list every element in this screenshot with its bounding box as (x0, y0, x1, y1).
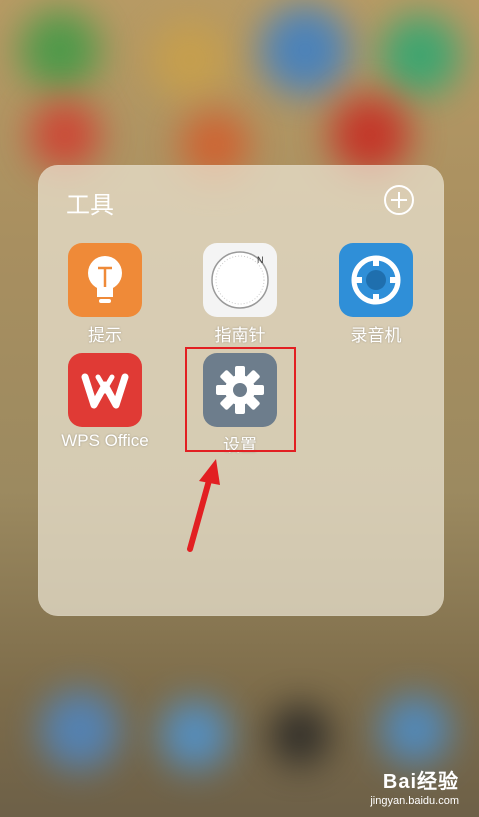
svg-text:N: N (257, 255, 264, 265)
watermark-url: jingyan.baidu.com (370, 795, 459, 807)
wps-icon[interactable] (68, 353, 142, 427)
watermark: Bai经验 jingyan.baidu.com (370, 765, 459, 807)
lightbulb-icon[interactable] (68, 243, 142, 317)
add-app-button[interactable] (384, 185, 414, 215)
app-label: 指南针 (214, 326, 266, 345)
app-wps-office[interactable]: WPS Office (45, 353, 165, 451)
app-label: 提示 (88, 326, 122, 345)
app-tips[interactable]: 提示 (45, 243, 165, 346)
app-label: 录音机 (350, 326, 402, 345)
folder-title[interactable]: 工具 (66, 185, 114, 220)
app-recorder[interactable]: 录音机 (316, 243, 436, 346)
red-arrow-icon (187, 459, 220, 552)
app-compass[interactable]: N 指南针 (180, 243, 300, 346)
watermark-brand: Bai经验 (382, 771, 459, 793)
app-label: WPS Office (61, 431, 149, 450)
compass-icon[interactable]: N (203, 243, 277, 317)
highlight-box (185, 347, 296, 452)
recorder-icon[interactable] (339, 243, 413, 317)
